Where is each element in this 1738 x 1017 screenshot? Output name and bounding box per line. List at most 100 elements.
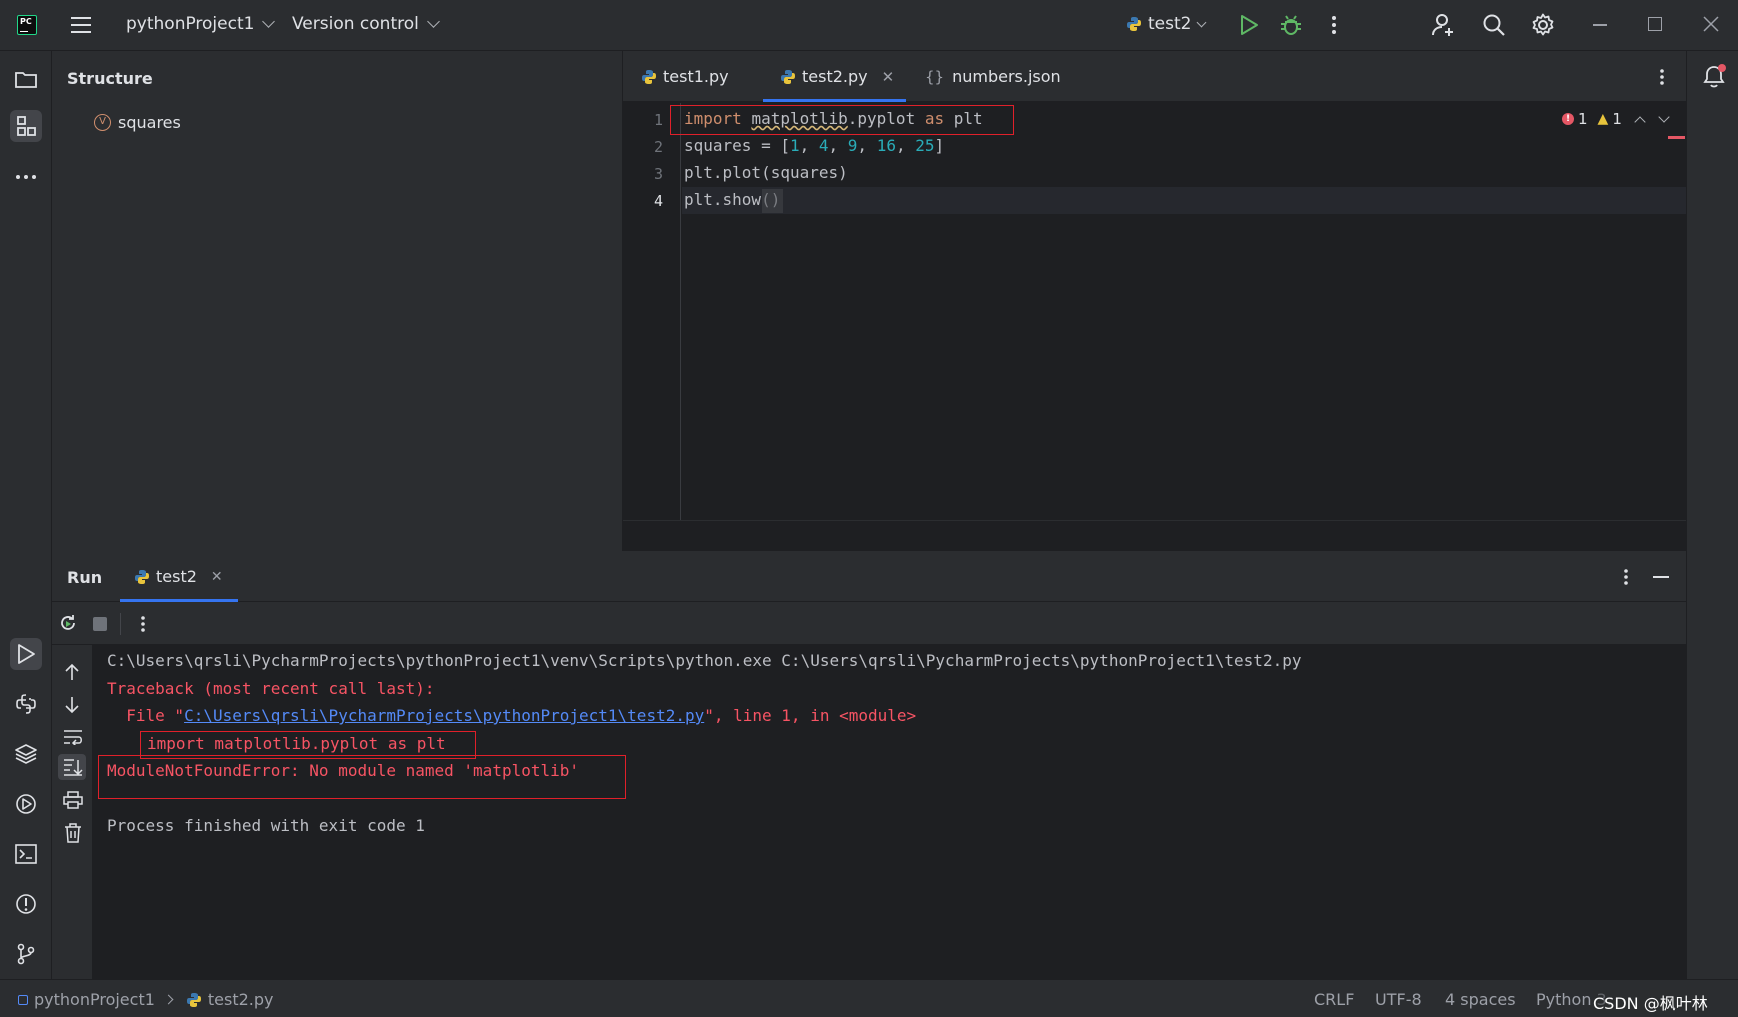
soft-wrap-icon[interactable] — [63, 729, 83, 749]
right-tool-strip — [1686, 51, 1738, 979]
maximize-window-icon[interactable] — [1648, 17, 1662, 31]
close-tab-icon[interactable]: ✕ — [882, 68, 895, 86]
close-window-icon[interactable] — [1703, 16, 1719, 36]
status-bar: pythonProject1 test2.py CRLF UTF-8 4 spa… — [0, 979, 1738, 1017]
error-count: 1 — [1578, 110, 1588, 128]
tab-test1[interactable]: test1.py — [641, 51, 729, 102]
run-config-label: test2 — [1148, 14, 1192, 34]
console-text: File " — [107, 706, 185, 725]
tab-options-icon[interactable] — [1659, 68, 1665, 90]
line-number: 2 — [653, 138, 663, 156]
main-menu-icon[interactable] — [71, 16, 91, 34]
run-button[interactable] — [1239, 14, 1259, 40]
print-icon[interactable] — [63, 791, 83, 813]
scroll-to-end-icon[interactable] — [58, 754, 86, 780]
run-config-selector[interactable]: test2 — [1126, 14, 1207, 34]
tab-numbers-json[interactable]: {} numbers.json — [925, 51, 1061, 102]
json-braces-icon: {} — [925, 67, 945, 86]
warning-icon: ▲ — [1597, 111, 1609, 127]
number: 25 — [915, 136, 935, 155]
chevron-up-icon[interactable] — [1634, 116, 1646, 128]
python-packages-layers-icon[interactable] — [10, 738, 42, 770]
git-branch-icon[interactable] — [10, 938, 42, 970]
rerun-icon[interactable] — [58, 613, 78, 637]
run-tool-icon[interactable] — [10, 638, 42, 670]
tab-label: test1.py — [663, 67, 729, 86]
indent-widget[interactable]: 4 spaces — [1445, 990, 1516, 1009]
tab-label: numbers.json — [952, 67, 1061, 86]
more-actions-icon[interactable] — [1331, 15, 1337, 39]
line-number: 1 — [653, 111, 663, 129]
project-folder-icon[interactable] — [10, 63, 42, 95]
current-line-highlight — [682, 187, 1686, 214]
bracket-match-highlight — [762, 189, 783, 213]
error-stripe-marker[interactable] — [1668, 136, 1685, 139]
number: 16 — [876, 136, 896, 155]
terminal-icon[interactable] — [10, 838, 42, 870]
search-icon[interactable] — [1482, 13, 1506, 41]
code-line-2[interactable]: squares = [1, 4, 9, 16, 25] — [684, 136, 944, 155]
python-icon — [1127, 17, 1141, 31]
variable-icon: V — [94, 114, 111, 131]
structure-icon[interactable] — [10, 110, 42, 142]
warning-count: 1 — [1612, 110, 1622, 128]
chevron-down-icon — [1197, 17, 1207, 28]
run-panel-header: Run test2 ✕ — [52, 551, 1686, 602]
version-control-label: Version control — [292, 14, 419, 34]
project-selector[interactable]: pythonProject1 — [126, 14, 276, 34]
structure-title: Structure — [67, 69, 153, 88]
version-control-menu[interactable]: Version control — [292, 14, 440, 34]
code-line-3[interactable]: plt.plot(squares) — [684, 163, 848, 182]
problems-icon[interactable] — [10, 888, 42, 920]
debug-button[interactable] — [1280, 14, 1302, 40]
console-text: ", line 1, in <module> — [704, 706, 917, 725]
annotation-box-error-output — [98, 755, 626, 799]
arrow-up-icon[interactable] — [64, 663, 80, 685]
number: 1 — [789, 136, 800, 155]
settings-gear-icon[interactable] — [1531, 13, 1555, 41]
run-toolbar-more-icon[interactable] — [140, 615, 146, 637]
python-icon — [186, 992, 201, 1007]
annotation-box-import — [670, 105, 1014, 135]
structure-panel: Structure V squares — [52, 51, 623, 551]
code-text: squares = [ — [684, 136, 790, 155]
minimize-window-icon[interactable] — [1593, 24, 1607, 26]
python-console-icon[interactable] — [10, 688, 42, 720]
project-name: pythonProject1 — [126, 14, 255, 34]
notifications-bell-icon[interactable] — [1701, 63, 1727, 93]
run-side-toolbar — [52, 645, 92, 979]
watermark: CSDN @枫叶林 — [1593, 990, 1708, 1014]
add-user-icon[interactable] — [1432, 13, 1456, 41]
code-text: ] — [934, 136, 945, 155]
more-tools-icon[interactable] — [10, 161, 42, 193]
hide-panel-icon[interactable] — [1653, 576, 1669, 578]
close-tab-icon[interactable]: ✕ — [211, 569, 223, 585]
run-tab-label: test2 — [156, 567, 197, 586]
number: 4 — [818, 136, 829, 155]
pycharm-logo-icon[interactable]: PC — [17, 15, 37, 35]
arrow-down-icon[interactable] — [64, 696, 80, 718]
breadcrumb-project[interactable]: pythonProject1 — [34, 990, 155, 1009]
file-path-link[interactable]: C:\Users\qrsli\PycharmProjects\pythonPro… — [184, 706, 704, 725]
run-toolbar — [52, 602, 1686, 645]
trash-icon[interactable] — [64, 823, 82, 847]
number: 9 — [847, 136, 858, 155]
stop-icon[interactable] — [93, 617, 107, 631]
tab-test2[interactable]: test2.py ✕ — [780, 51, 900, 102]
left-tool-strip — [0, 51, 52, 979]
run-toolbar-separator — [120, 613, 121, 635]
breadcrumb-file[interactable]: test2.py — [208, 990, 274, 1009]
console-exit-line: Process finished with exit code 1 — [107, 816, 425, 835]
run-tab-test2[interactable]: test2 ✕ — [134, 567, 223, 586]
python-icon — [135, 569, 149, 584]
services-icon[interactable] — [10, 788, 42, 820]
encoding-widget[interactable]: UTF-8 — [1375, 990, 1422, 1009]
run-options-icon[interactable] — [1623, 568, 1629, 590]
bug-icon — [1281, 15, 1301, 35]
chevron-down-icon[interactable] — [1658, 111, 1670, 123]
chevron-down-icon — [262, 15, 276, 28]
structure-item-squares[interactable]: V squares — [94, 113, 181, 132]
line-number: 4 — [653, 192, 663, 210]
inspection-widget[interactable]: ! 1 ▲ 1 — [1562, 110, 1670, 128]
line-separator-widget[interactable]: CRLF — [1314, 990, 1354, 1009]
